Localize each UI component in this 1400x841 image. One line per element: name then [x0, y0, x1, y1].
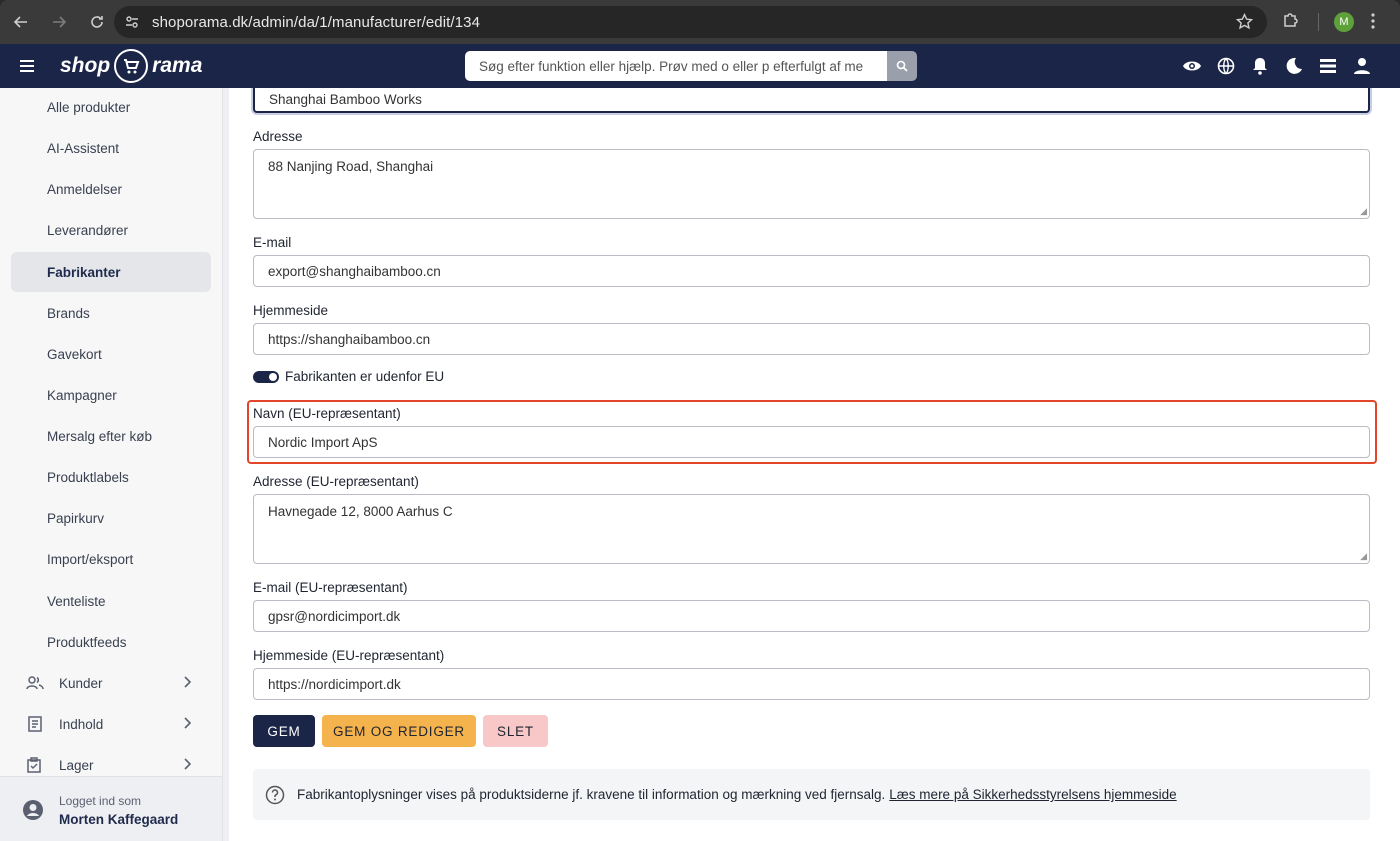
cart-logo-icon — [114, 49, 149, 83]
browser-menu-icon[interactable] — [1370, 11, 1376, 34]
outside-eu-toggle[interactable] — [253, 370, 279, 383]
eu-address-value: Havnegade 12, 8000 Aarhus C — [268, 504, 453, 519]
delete-button[interactable]: SLET — [483, 715, 548, 747]
toolbar-divider — [1318, 13, 1319, 31]
reload-icon[interactable] — [80, 5, 114, 39]
sidebar-group-label: Indhold — [59, 716, 104, 732]
back-arrow-icon[interactable] — [4, 5, 38, 39]
sidebar-item-anmeldelser[interactable]: Anmeldelser — [11, 169, 211, 209]
sidebar-group-label: Lager — [59, 757, 94, 773]
sidebar-item-kampagner[interactable]: Kampagner — [11, 375, 211, 415]
email-label: E-mail — [253, 235, 292, 250]
sidebar-item-fabrikanter[interactable]: Fabrikanter — [11, 252, 211, 292]
sidebar-item-alle-produkter[interactable]: Alle produkter — [11, 88, 211, 127]
email-field[interactable]: export@shanghaibamboo.cn — [253, 255, 1370, 287]
bookmark-star-icon[interactable] — [1235, 12, 1254, 33]
sidebar-item-gavekort[interactable]: Gavekort — [11, 334, 211, 374]
address-label: Adresse — [253, 129, 303, 144]
outside-eu-label: Fabrikanten er udenfor EU — [285, 369, 445, 384]
browser-toolbar: shoporama.dk/admin/da/1/manufacturer/edi… — [0, 0, 1400, 44]
sidebar-item-papirkurv[interactable]: Papirkurv — [11, 498, 211, 538]
resize-handle-icon[interactable]: ◢ — [1360, 207, 1367, 216]
search-icon[interactable] — [887, 51, 917, 81]
sidebar-item-produktlabels[interactable]: Produktlabels — [11, 457, 211, 497]
info-link[interactable]: Læs mere på Sikkerhedsstyrelsens hjemmes… — [889, 787, 1176, 802]
info-box: Fabrikantoplysninger vises på produktsid… — [253, 769, 1370, 820]
logged-in-label: Logget ind som — [59, 794, 142, 808]
logo-text-left: shop — [60, 54, 111, 77]
logged-in-user[interactable]: Logget ind som Morten Kaffegaard — [0, 776, 222, 841]
chevron-right-icon — [183, 757, 192, 773]
globe-icon[interactable] — [1216, 56, 1236, 76]
people-icon — [11, 676, 59, 690]
profile-avatar[interactable]: M — [1334, 12, 1354, 32]
eu-address-label: Adresse (EU-repræsentant) — [253, 474, 419, 489]
eu-email-field[interactable]: gpsr@nordicimport.dk — [253, 600, 1370, 632]
sidebar-item-ai-assistent[interactable]: AI-Assistent — [11, 128, 211, 168]
sidebar-item-venteliste[interactable]: Venteliste — [11, 581, 211, 621]
dark-mode-moon-icon[interactable] — [1284, 56, 1304, 76]
eu-website-field[interactable]: https://nordicimport.dk — [253, 668, 1370, 700]
header-icons — [1182, 56, 1372, 76]
save-and-edit-button[interactable]: GEM OG REDIGER — [322, 715, 476, 747]
sidebar-item-leverandoerer[interactable]: Leverandører — [11, 210, 211, 250]
sidebar: Alle produkter AI-Assistent Anmeldelser … — [0, 88, 223, 841]
sidebar-item-brands[interactable]: Brands — [11, 293, 211, 333]
resize-handle-icon[interactable]: ◢ — [1360, 552, 1367, 561]
eu-name-label: Navn (EU-repræsentant) — [253, 406, 401, 421]
url-text: shoporama.dk/admin/da/1/manufacturer/edi… — [152, 13, 481, 31]
shoporama-logo[interactable]: shop rama — [60, 49, 202, 83]
layers-icon[interactable] — [1318, 56, 1338, 76]
forward-arrow-icon[interactable] — [42, 5, 76, 39]
manufacturer-name-field[interactable]: Shanghai Bamboo Works — [253, 88, 1370, 113]
bell-icon[interactable] — [1250, 56, 1270, 76]
help-circle-icon — [253, 785, 297, 805]
sidebar-item-mersalg[interactable]: Mersalg efter køb — [11, 416, 211, 456]
extensions-puzzle-icon[interactable] — [1281, 10, 1301, 33]
address-value: 88 Nanjing Road, Shanghai — [268, 159, 434, 174]
document-icon — [11, 716, 59, 732]
website-label: Hjemmeside — [253, 303, 329, 318]
hamburger-menu-icon[interactable] — [17, 56, 37, 79]
outside-eu-row: Fabrikanten er udenfor EU — [253, 369, 444, 384]
chevron-right-icon — [183, 675, 192, 691]
sidebar-group-kunder[interactable]: Kunder — [11, 663, 211, 703]
eu-email-label: E-mail (EU-repræsentant) — [253, 580, 408, 595]
save-button[interactable]: GEM — [253, 715, 315, 747]
address-field[interactable]: 88 Nanjing Road, Shanghai ◢ — [253, 149, 1370, 219]
user-name: Morten Kaffegaard — [59, 812, 179, 827]
eu-address-field[interactable]: Havnegade 12, 8000 Aarhus C ◢ — [253, 494, 1370, 564]
account-circle-icon — [22, 799, 44, 824]
chevron-right-icon — [183, 716, 192, 732]
sidebar-item-import-eksport[interactable]: Import/eksport — [11, 539, 211, 579]
logo-text-right: rama — [152, 54, 203, 77]
eu-website-label: Hjemmeside (EU-repræsentant) — [253, 648, 445, 663]
search-input[interactable] — [465, 51, 887, 81]
sidebar-item-produktfeeds[interactable]: Produktfeeds — [11, 622, 211, 662]
sidebar-group-label: Kunder — [59, 675, 103, 691]
eu-name-field[interactable]: Nordic Import ApS — [253, 426, 1370, 458]
main-content: Shanghai Bamboo Works Adresse 88 Nanjing… — [223, 88, 1400, 841]
app-header: shop rama — [0, 44, 1400, 88]
info-text: Fabrikantoplysninger vises på produktsid… — [297, 787, 886, 802]
sidebar-group-indhold[interactable]: Indhold — [11, 704, 211, 744]
user-account-icon[interactable] — [1352, 56, 1372, 76]
website-field[interactable]: https://shanghaibamboo.cn — [253, 323, 1370, 355]
address-bar[interactable]: shoporama.dk/admin/da/1/manufacturer/edi… — [114, 6, 1267, 38]
site-settings-icon[interactable] — [116, 14, 148, 30]
function-search — [465, 51, 917, 81]
eye-icon[interactable] — [1182, 56, 1202, 76]
clipboard-icon — [11, 757, 59, 773]
